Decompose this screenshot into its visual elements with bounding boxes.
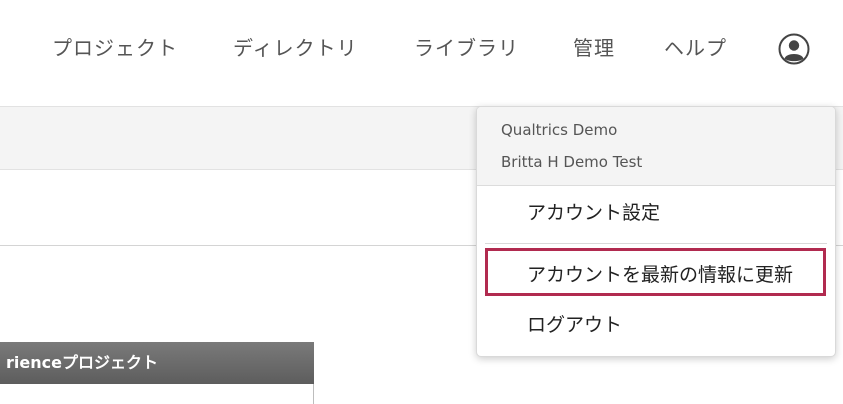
account-info: Qualtrics Demo Britta H Demo Test	[477, 107, 835, 186]
user-name: Britta H Demo Test	[501, 153, 643, 171]
project-card-header[interactable]: rienceプロジェクト	[0, 342, 314, 384]
menu-divider	[485, 243, 827, 244]
project-card-body	[0, 384, 314, 404]
account-menu-button[interactable]	[778, 33, 810, 65]
nav-projects[interactable]: プロジェクト	[52, 33, 178, 63]
user-circle-icon	[778, 33, 810, 65]
project-card-title: rienceプロジェクト	[6, 353, 158, 372]
nav-directory[interactable]: ディレクトリ	[233, 33, 358, 63]
nav-library[interactable]: ライブラリ	[414, 33, 519, 63]
nav-help[interactable]: ヘルプ	[664, 33, 727, 63]
account-dropdown: Qualtrics Demo Britta H Demo Test アカウント設…	[476, 106, 836, 357]
nav-admin[interactable]: 管理	[573, 33, 615, 63]
top-navigation: プロジェクト ディレクトリ ライブラリ 管理 ヘルプ	[0, 0, 843, 100]
organization-name: Qualtrics Demo	[501, 121, 618, 139]
menu-item-account-settings[interactable]: アカウント設定	[527, 199, 660, 227]
menu-item-logout[interactable]: ログアウト	[527, 311, 622, 339]
menu-item-refresh-account[interactable]: アカウントを最新の情報に更新	[527, 261, 793, 289]
